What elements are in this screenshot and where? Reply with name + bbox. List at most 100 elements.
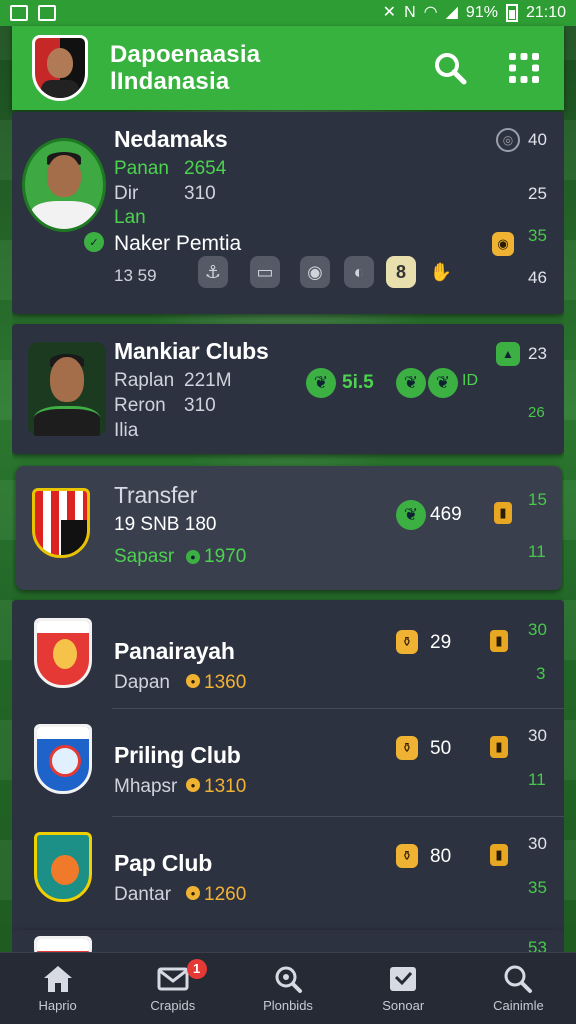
rating-suffix: ID [462,372,478,389]
trophy-icon: ⚱ [396,844,418,868]
target-icon[interactable]: ◉ [300,256,330,288]
mail-icon [157,967,189,991]
club-crest [34,936,92,952]
app-header: Dapoenaasia lIndanasia [12,26,564,110]
image-icon [10,5,28,21]
battery-icon [505,4,518,22]
transfer-mid-value: 469 [430,504,462,525]
player-avatar [28,342,106,436]
list-item-club[interactable]: Pap Club Dantar ● 1260 ⚱ 80 ▮ 30 35 [12,816,564,924]
anchor-icon[interactable]: ⚓ [198,256,228,288]
app-title-line2: lIndanasia [110,68,230,95]
club-score: 29 [430,632,452,653]
glove-icon[interactable]: ✋ [426,256,456,288]
stat-label: Lan [114,207,146,228]
wifi-icon: ◠ [423,4,438,21]
notification-badge: 1 [186,959,207,979]
menu-grid-button[interactable] [504,48,544,88]
transfer-sub: 19 SNB 180 [114,514,217,535]
mute-icon: ✕ [382,4,397,21]
club-crest [34,724,92,794]
nav-explore[interactable]: Cainimle [461,953,576,1024]
right-stat-bottom: 3 [536,664,546,683]
transfer-card[interactable]: Transfer 19 SNB 180 Sapasr ● 1970 ❦ 469 … [16,466,562,590]
right-stat-gold: 35 [528,226,547,245]
list-item-partial[interactable]: 53 [12,930,564,952]
leaf-icon: ❦ [306,368,336,398]
clock: 21:10 [525,4,566,21]
chat-icon[interactable]: ◎ [496,128,520,152]
app-logo[interactable] [32,35,88,101]
club-value: 1260 [204,884,247,905]
club-name: Pap Club [114,850,213,876]
app-title-line1: Dapoenaasia [110,41,261,68]
stat-value: 310 [184,395,216,416]
stat-label: Dir [114,183,139,204]
nav-messages[interactable]: 1 Crapids [115,953,230,1024]
nav-label: Haprio [38,998,77,1013]
list-item-club[interactable]: Priling Club Mhapsr ● 1310 ⚱ 50 ▮ 30 11 [12,708,564,816]
club-name: Panairayah [114,638,235,664]
search-button[interactable] [430,48,470,88]
shield-toggle-icon[interactable]: ◐ [344,256,374,288]
stat-label: Reron [114,395,166,416]
stat-value: 221M [184,370,232,391]
right-stat-bottom: 26 [528,404,545,421]
search-icon [435,53,467,85]
player-name: Mankiar Clubs [114,338,269,364]
coin-icon: ● [186,550,200,564]
list-item-club[interactable]: Panairayah Dapan ● 1360 ⚱ 29 ▮ 30 3 [12,600,564,708]
stat-label: Panan [114,158,169,179]
shirt-icon[interactable]: ▲ [496,342,520,366]
right-stat-top: 15 [528,490,547,509]
right-stat-bottom: 11 [528,770,546,789]
player-card-mankiar[interactable]: Mankiar Clubs Raplan 221M Reron 310 Ilia… [12,324,564,454]
nav-inbox[interactable]: Sonoar [346,953,461,1024]
right-stat-top: 53 [528,938,547,952]
coin-icon: ▮ [490,736,508,758]
player-name: Nedamaks [114,126,228,152]
nav-label: Cainimle [493,998,544,1013]
right-stat-bottom: 35 [528,878,547,897]
check-icon: ✓ [84,232,104,252]
nav-search[interactable]: Plonbids [230,953,345,1024]
transfer-value: 1970 [204,546,247,567]
highlight-badge[interactable]: 8 [386,256,416,288]
club-crest [32,488,90,558]
right-stat-top: 30 [528,726,547,745]
club-sub: Dantar [114,884,172,905]
content-list[interactable]: Nedamaks Panan 2654 Dir 310 Lan ✓ Naker … [12,112,564,952]
trophy-icon: ⚱ [396,630,418,654]
stat-label: Raplan [114,370,175,391]
rating-value: 5i.5 [342,372,374,393]
club-sub: Dapan [114,672,170,693]
gallery-icon [38,5,56,21]
nav-label: Crapids [150,998,196,1013]
home-icon [43,966,72,992]
coin-icon: ▮ [494,502,512,524]
inbox-check-icon [390,967,417,991]
grid-dots-icon [509,53,539,83]
club-value: 1360 [204,672,247,693]
player-card-nedamaks[interactable]: Nedamaks Panan 2654 Dir 310 Lan ✓ Naker … [12,112,564,314]
coin-icon: ● [186,778,200,792]
transfer-title: Transfer [114,482,198,508]
right-stat-mid: 25 [528,184,547,203]
coin-icon: ▮ [490,844,508,866]
signal-icon: ◢ [445,4,458,21]
leaf-icon: ❦ [396,500,426,530]
coin-icon: ● [186,886,200,900]
player-avatar [22,138,106,232]
right-stat-top: 23 [528,344,547,363]
coin-icon: ▮ [490,630,508,652]
battery-percent: 91% [465,4,498,21]
right-stat-top: 30 [528,620,547,639]
status-bar: ✕ N ◠ ◢ 91% 21:10 [0,0,576,26]
club-crest [34,832,92,902]
coin-icon: ● [186,674,200,688]
club-score: 50 [430,738,452,759]
nav-home[interactable]: Haprio [0,953,115,1024]
card-icon[interactable]: ▭ [250,256,280,288]
player-subtitle: Naker Pemtia [114,232,242,255]
player-footer-value: 13 59 [114,266,157,285]
